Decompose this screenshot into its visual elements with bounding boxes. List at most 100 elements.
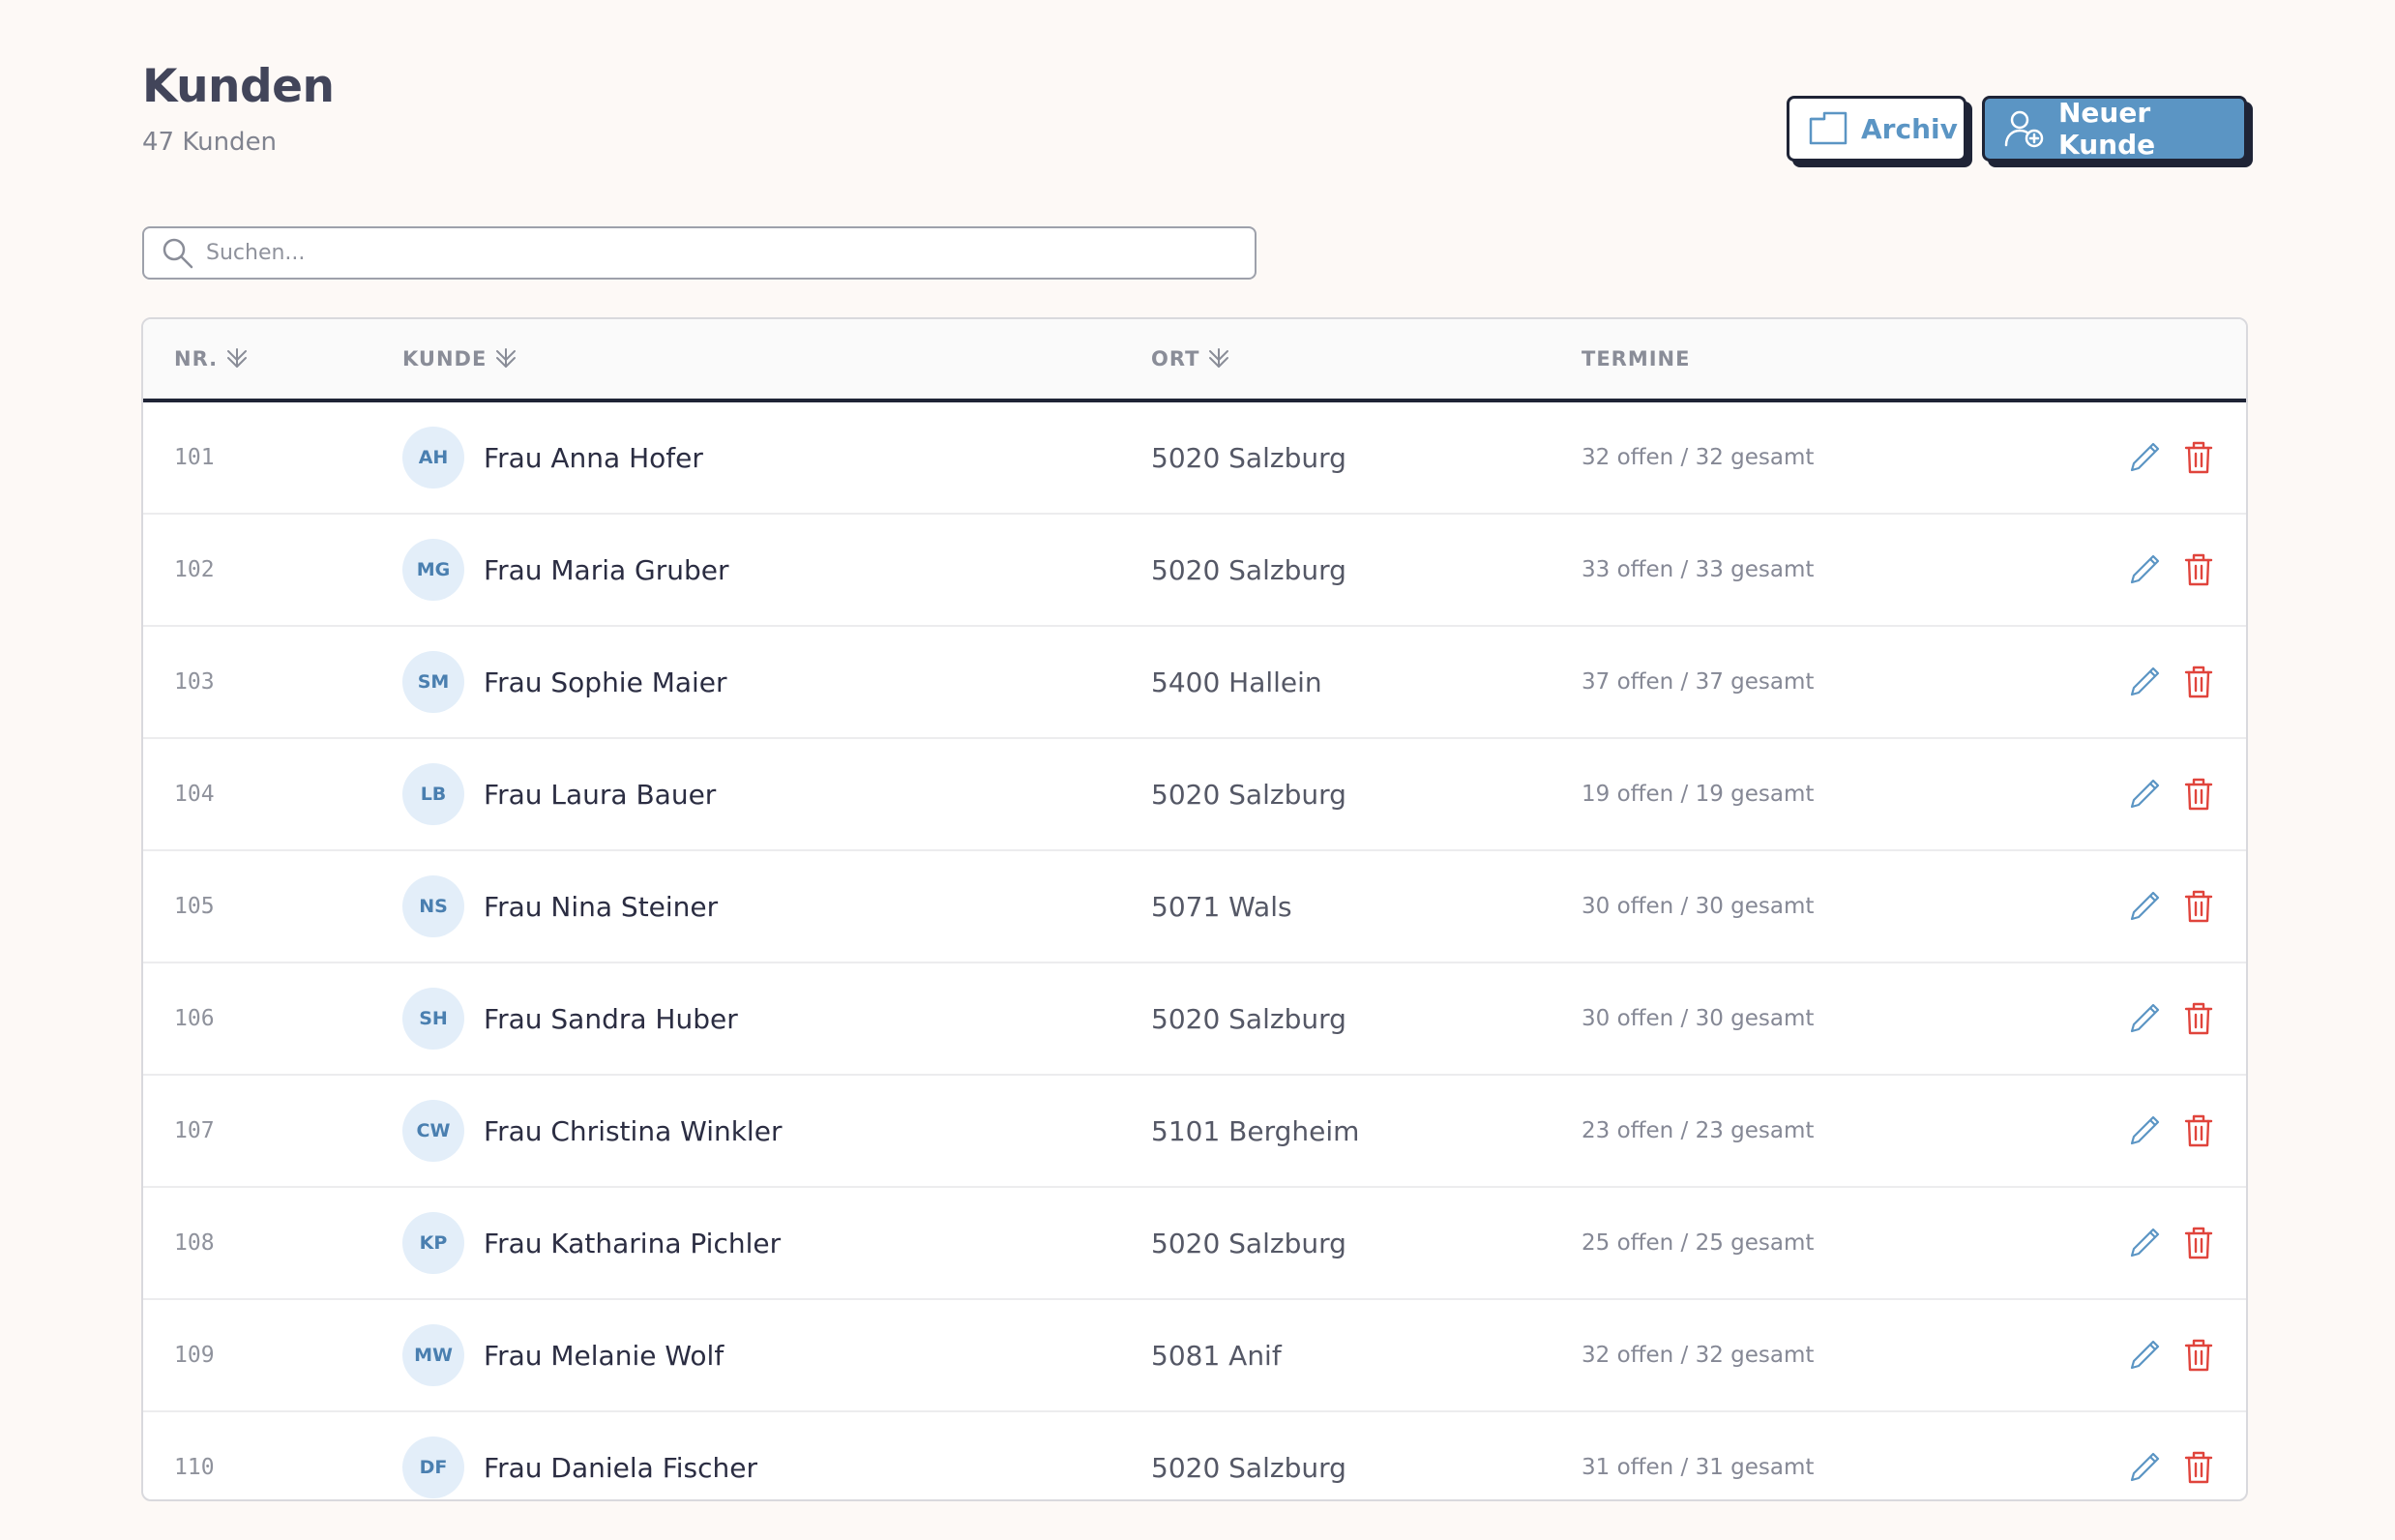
customer-number: 106: [174, 1006, 215, 1031]
row-actions: [2120, 1188, 2229, 1298]
delete-button[interactable]: [2174, 770, 2223, 818]
page-title: Kunden: [142, 60, 335, 113]
archive-button-label: Archiv: [1861, 112, 1958, 145]
delete-button[interactable]: [2174, 546, 2223, 594]
column-header-ort[interactable]: ORT: [1151, 319, 1230, 399]
search-box[interactable]: [142, 226, 1257, 280]
trash-icon: [2184, 666, 2213, 698]
column-header-ort-label: ORT: [1151, 347, 1200, 370]
edit-button[interactable]: [2120, 994, 2169, 1043]
table-row[interactable]: 106 SH Frau Sandra Huber 5020 Salzburg 3…: [143, 963, 2246, 1076]
pencil-icon: [2130, 1115, 2160, 1145]
column-header-nr-label: NR.: [174, 347, 219, 370]
delete-button[interactable]: [2174, 994, 2223, 1043]
page-header: Kunden 47 Kunden Archiv Neuer Kunde: [142, 60, 2251, 176]
trash-icon: [2184, 1002, 2213, 1035]
table-row[interactable]: 107 CW Frau Christina Winkler 5101 Bergh…: [143, 1076, 2246, 1188]
edit-button[interactable]: [2120, 1331, 2169, 1379]
edit-button[interactable]: [2120, 1219, 2169, 1267]
column-header-kunde-label: KUNDE: [402, 347, 488, 370]
trash-icon: [2184, 441, 2213, 474]
edit-button[interactable]: [2120, 433, 2169, 482]
pencil-icon: [2130, 891, 2160, 921]
customer-number: 110: [174, 1455, 215, 1480]
appointments-count: 23 offen / 23 gesamt: [1582, 1118, 1815, 1143]
user-plus-icon: [2004, 110, 2044, 148]
delete-button[interactable]: [2174, 1219, 2223, 1267]
pencil-icon: [2130, 442, 2160, 472]
customer-cell: LB Frau Laura Bauer: [402, 739, 716, 849]
column-header-termine: TERMINE: [1582, 319, 1690, 399]
customer-name[interactable]: Frau Nina Steiner: [484, 891, 718, 923]
trash-icon: [2184, 1451, 2213, 1484]
customer-number: 105: [174, 894, 215, 919]
delete-button[interactable]: [2174, 433, 2223, 482]
edit-button[interactable]: [2120, 770, 2169, 818]
table-row[interactable]: 102 MG Frau Maria Gruber 5020 Salzburg 3…: [143, 515, 2246, 627]
row-actions: [2120, 739, 2229, 849]
row-actions: [2120, 851, 2229, 962]
customer-name[interactable]: Frau Maria Gruber: [484, 554, 729, 586]
edit-button[interactable]: [2120, 546, 2169, 594]
folder-icon: [1809, 111, 1848, 145]
pencil-icon: [2130, 1228, 2160, 1258]
customer-number: 103: [174, 669, 215, 695]
row-actions: [2120, 1412, 2229, 1499]
edit-button[interactable]: [2120, 1443, 2169, 1492]
new-customer-button[interactable]: Neuer Kunde: [1982, 96, 2247, 162]
customer-number: 108: [174, 1230, 215, 1256]
customer-name[interactable]: Frau Christina Winkler: [484, 1115, 782, 1147]
column-header-nr[interactable]: NR.: [174, 319, 249, 399]
table-row[interactable]: 110 DF Frau Daniela Fischer 5020 Salzbur…: [143, 1412, 2246, 1499]
avatar: MG: [402, 539, 464, 601]
row-actions: [2120, 515, 2229, 625]
customer-name[interactable]: Frau Anna Hofer: [484, 442, 703, 474]
pencil-icon: [2130, 1452, 2160, 1482]
delete-button[interactable]: [2174, 882, 2223, 931]
table-row[interactable]: 101 AH Frau Anna Hofer 5020 Salzburg 32 …: [143, 402, 2246, 515]
table-row[interactable]: 103 SM Frau Sophie Maier 5400 Hallein 37…: [143, 627, 2246, 739]
appointments-count: 32 offen / 32 gesamt: [1582, 1343, 1815, 1368]
archive-button[interactable]: Archiv: [1787, 96, 1966, 162]
delete-button[interactable]: [2174, 1443, 2223, 1492]
edit-button[interactable]: [2120, 1107, 2169, 1155]
customer-name[interactable]: Frau Sophie Maier: [484, 666, 727, 698]
trash-icon: [2184, 890, 2213, 923]
customer-number: 101: [174, 445, 215, 470]
trash-icon: [2184, 1114, 2213, 1147]
row-actions: [2120, 627, 2229, 737]
table-header: NR. KUNDE ORT TERMINE: [143, 319, 2246, 402]
table-row[interactable]: 105 NS Frau Nina Steiner 5071 Wals 30 of…: [143, 851, 2246, 963]
customer-cell: CW Frau Christina Winkler: [402, 1076, 782, 1186]
edit-button[interactable]: [2120, 658, 2169, 706]
avatar: LB: [402, 763, 464, 825]
table-row[interactable]: 109 MW Frau Melanie Wolf 5081 Anif 32 of…: [143, 1300, 2246, 1412]
table-row[interactable]: 104 LB Frau Laura Bauer 5020 Salzburg 19…: [143, 739, 2246, 851]
delete-button[interactable]: [2174, 658, 2223, 706]
column-header-kunde[interactable]: KUNDE: [402, 319, 517, 399]
customer-number: 107: [174, 1118, 215, 1143]
customer-location: 5020 Salzburg: [1151, 1451, 1346, 1484]
avatar: SM: [402, 651, 464, 713]
delete-button[interactable]: [2174, 1107, 2223, 1155]
customer-name[interactable]: Frau Melanie Wolf: [484, 1340, 724, 1372]
pencil-icon: [2130, 1003, 2160, 1033]
search-input[interactable]: [204, 240, 1175, 266]
customer-name[interactable]: Frau Daniela Fischer: [484, 1452, 757, 1484]
sort-chevrons-icon: [496, 348, 517, 368]
delete-button[interactable]: [2174, 1331, 2223, 1379]
customer-cell: DF Frau Daniela Fischer: [402, 1412, 757, 1499]
appointments-count: 31 offen / 31 gesamt: [1582, 1455, 1815, 1480]
row-actions: [2120, 1300, 2229, 1410]
row-actions: [2120, 963, 2229, 1074]
customer-name[interactable]: Frau Laura Bauer: [484, 779, 716, 811]
edit-button[interactable]: [2120, 882, 2169, 931]
pencil-icon: [2130, 666, 2160, 696]
customer-count: 47 Kunden: [142, 128, 278, 157]
customer-name[interactable]: Frau Katharina Pichler: [484, 1228, 781, 1259]
table-row[interactable]: 108 KP Frau Katharina Pichler 5020 Salzb…: [143, 1188, 2246, 1300]
customer-number: 102: [174, 557, 215, 582]
customer-name[interactable]: Frau Sandra Huber: [484, 1003, 738, 1035]
customer-cell: AH Frau Anna Hofer: [402, 402, 703, 513]
trash-icon: [2184, 553, 2213, 586]
